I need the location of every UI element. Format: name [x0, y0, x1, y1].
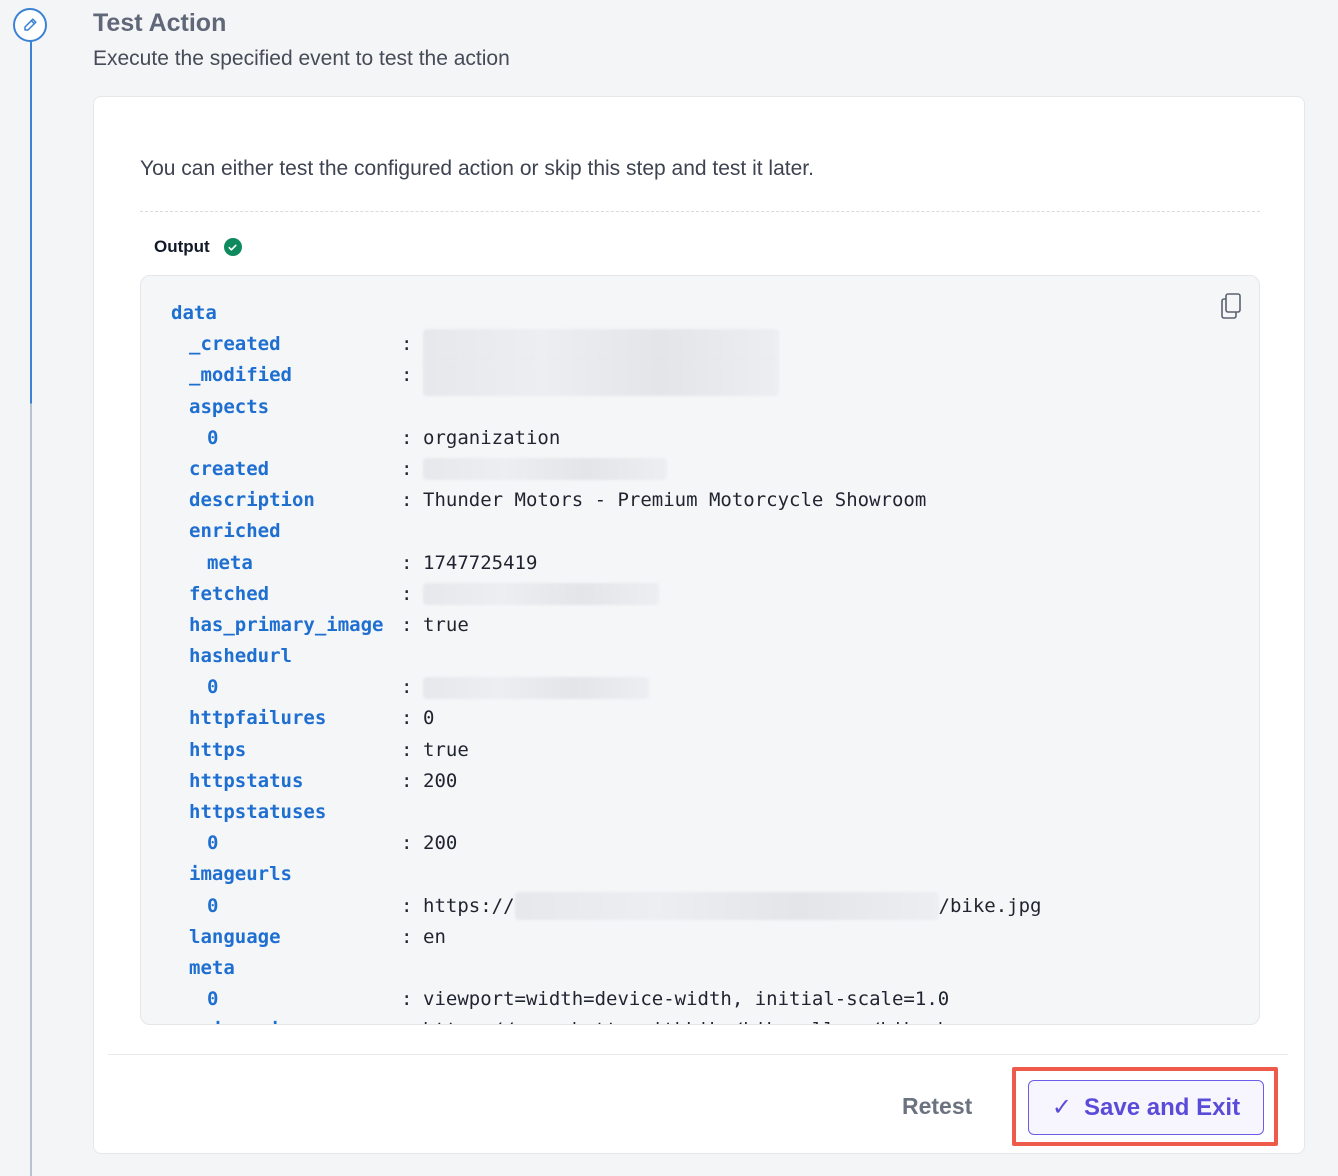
- output-separator: :: [401, 551, 413, 574]
- redacted-value: [423, 583, 659, 606]
- output-label: Output: [154, 237, 242, 257]
- test-action-card: You can either test the configured actio…: [93, 96, 1305, 1154]
- output-key: has_primary_image: [189, 613, 384, 636]
- output-separator: :: [401, 707, 413, 730]
- output-separator: :: [401, 457, 413, 480]
- output-value: 200: [423, 832, 458, 855]
- output-key: language: [189, 925, 281, 948]
- save-and-exit-button[interactable]: ✓ Save and Exit: [1028, 1080, 1264, 1135]
- output-value: [423, 672, 649, 703]
- check-icon: ✓: [1051, 1093, 1073, 1121]
- redacted-value: [423, 360, 779, 397]
- output-separator: :: [401, 769, 413, 792]
- output-value: en: [423, 925, 446, 948]
- success-check-icon: [223, 238, 242, 256]
- output-separator: :: [401, 676, 413, 699]
- output-value: https://www.shutterwithbike/bikegallery/…: [423, 1015, 949, 1024]
- output-value: [423, 579, 659, 610]
- output-key: created: [189, 457, 270, 480]
- output-code-block[interactable]: data _created: _modified: aspects 0: organiz…: [140, 275, 1260, 1025]
- footer-divider: [108, 1054, 1288, 1055]
- output-root-key: data: [171, 302, 217, 324]
- output-separator: :: [401, 988, 413, 1011]
- output-label-text: Output: [154, 237, 210, 256]
- output-key: 0: [207, 894, 219, 917]
- output-key: description: [189, 489, 315, 512]
- output-key: _modified: [189, 364, 292, 387]
- output-separator: :: [401, 1015, 412, 1024]
- timeline-line: [30, 40, 32, 1176]
- output-key: imageurls: [189, 863, 292, 886]
- output-key: 0: [207, 426, 219, 449]
- save-button-highlight: ✓ Save and Exit: [1012, 1067, 1278, 1146]
- output-separator: :: [401, 832, 413, 855]
- output-value: 200: [423, 769, 458, 792]
- pencil-icon: [13, 8, 47, 42]
- output-separator: :: [401, 333, 413, 356]
- output-key: 0: [207, 832, 219, 855]
- output-separator: :: [401, 925, 413, 948]
- output-key: 0: [207, 676, 219, 699]
- output-value: 0: [423, 707, 435, 730]
- output-key: meta: [189, 956, 235, 979]
- output-separator: :: [401, 364, 413, 387]
- output-key: httpfailures: [189, 707, 327, 730]
- output-key: httpstatuses: [189, 801, 327, 823]
- output-value: organization: [423, 426, 561, 449]
- redacted-value: [514, 892, 939, 921]
- step-subtitle: Execute the specified event to test the …: [93, 47, 510, 70]
- save-and-exit-label: Save and Exit: [1084, 1093, 1241, 1121]
- output-value-suffix: /bike.jpg: [938, 894, 1042, 917]
- output-value: true: [423, 613, 469, 636]
- output-value: https:// /bike.jpg: [423, 891, 1041, 922]
- output-separator: :: [401, 613, 413, 636]
- output-key: https: [189, 738, 247, 761]
- output-value: 1747725419: [423, 551, 538, 574]
- output-separator: :: [401, 489, 413, 512]
- redacted-value: [423, 676, 649, 699]
- output-key: 0: [207, 988, 219, 1011]
- output-key: hashedurl: [189, 645, 292, 668]
- output-key: primaryimage: [189, 1015, 326, 1024]
- output-key: enriched: [189, 520, 281, 543]
- output-key: httpstatus: [189, 769, 304, 792]
- output-key: fetched: [189, 582, 270, 605]
- output-value: [423, 360, 779, 397]
- output-separator: :: [401, 582, 413, 605]
- card-intro-text: You can either test the configured actio…: [140, 157, 814, 180]
- output-key: _created: [189, 333, 281, 356]
- output-key: meta: [207, 551, 253, 574]
- output-separator: :: [401, 894, 413, 917]
- step-title: Test Action: [93, 9, 227, 37]
- output-separator: :: [401, 426, 413, 449]
- output-value: viewport=width=device-width, initial-sca…: [423, 988, 950, 1011]
- output-value: true: [423, 738, 469, 761]
- output-separator: :: [401, 738, 413, 761]
- output-value: [423, 454, 667, 485]
- output-key: aspects: [189, 395, 270, 418]
- divider: [140, 211, 1260, 212]
- copy-icon[interactable]: [1219, 292, 1243, 320]
- output-value: Thunder Motors - Premium Motorcycle Show…: [423, 489, 927, 512]
- retest-button[interactable]: Retest: [902, 1093, 972, 1120]
- output-value-prefix: https://: [423, 894, 515, 917]
- redacted-value: [423, 458, 667, 481]
